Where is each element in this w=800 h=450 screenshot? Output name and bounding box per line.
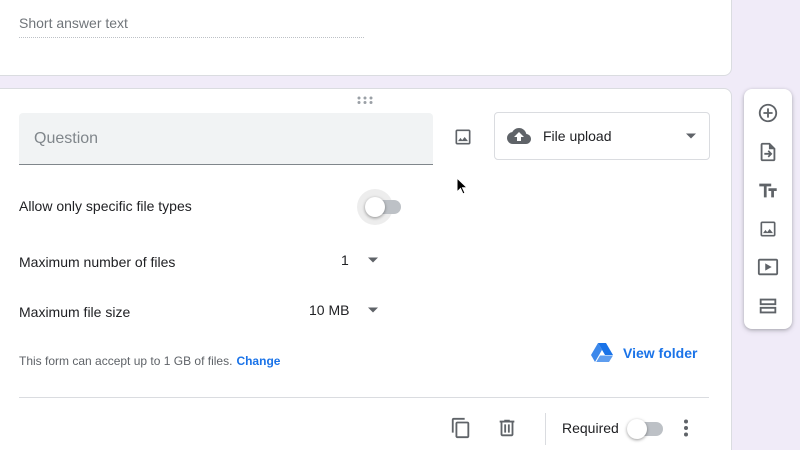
- delete-icon[interactable]: [495, 416, 519, 440]
- max-size-label: Maximum file size: [19, 304, 131, 320]
- import-questions-icon[interactable]: [756, 140, 780, 164]
- caret-down-icon: [367, 304, 379, 316]
- add-question-icon[interactable]: [756, 101, 780, 125]
- short-answer-placeholder: Short answer text: [19, 15, 128, 31]
- upload-limit-note: This form can accept up to 1 GB of files…: [19, 354, 280, 368]
- question-field[interactable]: [19, 113, 433, 165]
- view-folder-link[interactable]: View folder: [591, 343, 697, 362]
- max-files-value: 1: [341, 252, 349, 268]
- add-video-icon[interactable]: [756, 255, 780, 279]
- max-files-dropdown[interactable]: 1: [341, 252, 379, 268]
- footer-separator: [545, 413, 546, 445]
- upload-limit-text: This form can accept up to 1 GB of files…: [19, 354, 233, 368]
- add-image-icon[interactable]: [451, 125, 475, 149]
- toggle-thumb: [365, 197, 385, 217]
- view-folder-label: View folder: [623, 344, 698, 361]
- caret-down-icon: [685, 130, 697, 142]
- previous-question-card[interactable]: Short answer text: [0, 0, 732, 76]
- required-label: Required: [562, 420, 619, 436]
- max-size-dropdown[interactable]: 10 MB: [309, 302, 379, 318]
- specific-types-label: Allow only specific file types: [19, 198, 192, 214]
- required-toggle[interactable]: [627, 419, 667, 439]
- toggle-thumb: [627, 419, 647, 439]
- short-answer-line: [19, 37, 364, 38]
- mouse-pointer-icon: [456, 177, 468, 195]
- duplicate-icon[interactable]: [449, 416, 473, 440]
- add-section-icon[interactable]: [756, 294, 780, 318]
- question-type-dropdown[interactable]: File upload: [494, 112, 710, 160]
- cloud-upload-icon: [507, 124, 531, 148]
- google-drive-icon: [591, 343, 613, 362]
- question-type-label: File upload: [543, 128, 612, 144]
- caret-down-icon: [367, 254, 379, 266]
- add-title-icon[interactable]: [756, 179, 780, 203]
- change-limit-link[interactable]: Change: [236, 354, 280, 368]
- max-files-label: Maximum number of files: [19, 254, 176, 270]
- add-image-icon[interactable]: [756, 217, 780, 241]
- footer-divider: [19, 397, 709, 398]
- specific-types-toggle[interactable]: [365, 197, 405, 217]
- drag-handle-icon[interactable]: [357, 96, 373, 104]
- more-options-icon[interactable]: [674, 416, 698, 440]
- question-input[interactable]: [19, 113, 433, 164]
- floating-toolbar: [744, 89, 792, 329]
- max-size-value: 10 MB: [309, 302, 350, 318]
- active-question-card[interactable]: File upload Allow only specific file typ…: [0, 88, 732, 450]
